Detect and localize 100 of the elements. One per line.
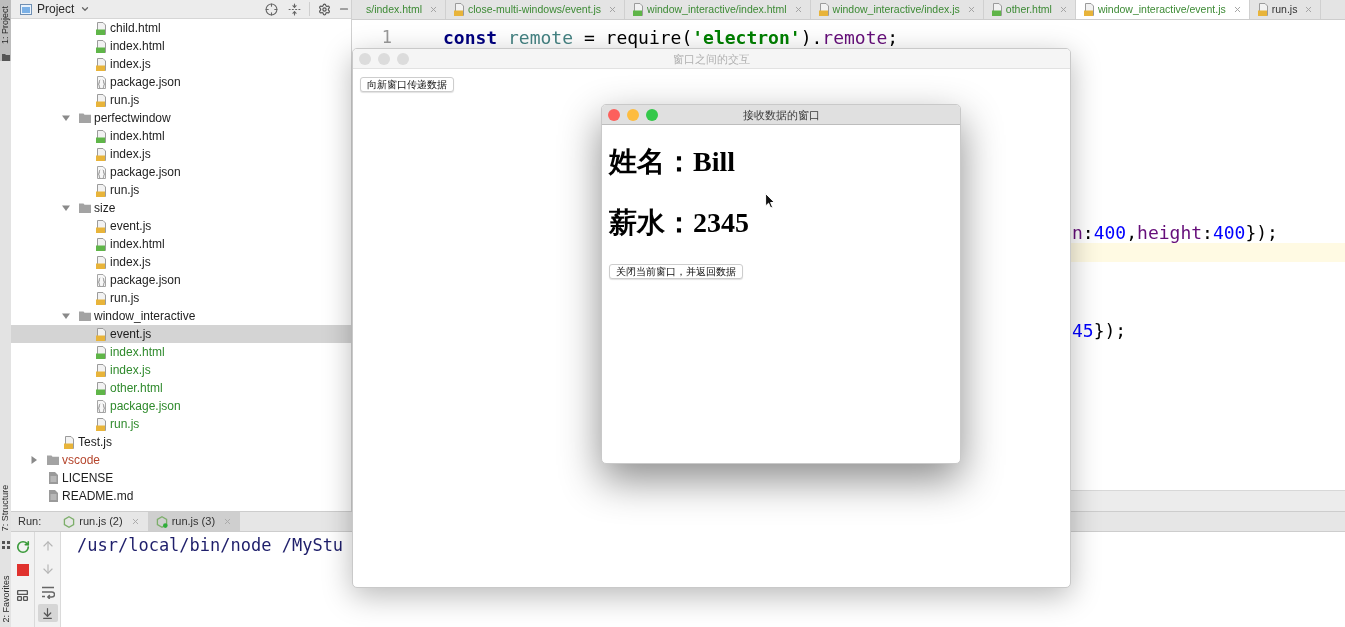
- editor-tab[interactable]: s/index.html: [352, 0, 447, 19]
- tree-item[interactable]: index.html: [11, 343, 351, 361]
- folder-icon: [79, 113, 91, 123]
- editor-tab[interactable]: close-multi-windows/event.js: [446, 0, 626, 19]
- structure-icon: [1, 541, 10, 549]
- code-line: n:400,height:400});: [1072, 223, 1278, 243]
- tree-item[interactable]: run.js: [11, 415, 351, 433]
- text-file-icon: [48, 490, 58, 502]
- minimize-button[interactable]: [627, 108, 639, 121]
- close-button[interactable]: [608, 108, 620, 121]
- scroll-to-end-button[interactable]: [37, 604, 58, 622]
- window-title: 接收数据的窗口: [742, 107, 820, 122]
- html-file-icon: [95, 39, 107, 53]
- tree-item[interactable]: LICENSE: [11, 469, 351, 487]
- js-file-icon: [1257, 3, 1269, 16]
- js-file-icon: [95, 183, 107, 197]
- minimize-button[interactable]: [378, 52, 390, 65]
- disclosure-arrow-icon[interactable]: [62, 312, 70, 320]
- close-icon[interactable]: [130, 517, 140, 526]
- folder-icon: [47, 455, 59, 465]
- tree-item[interactable]: window_interactive: [11, 307, 351, 325]
- tool-window-button[interactable]: 2: Favorites: [0, 571, 11, 627]
- tree-item[interactable]: index.js: [11, 145, 351, 163]
- js-file-icon: [1083, 3, 1095, 16]
- close-button[interactable]: [359, 52, 371, 65]
- line-number: 1: [380, 28, 392, 48]
- editor-tab[interactable]: window_interactive/index.js: [810, 0, 984, 19]
- scroll-to-end-icon: [41, 606, 54, 620]
- console-output: /usr/local/bin/node /MyStu: [77, 534, 345, 556]
- mouse-cursor-icon: [765, 193, 775, 209]
- text-file-icon: [48, 472, 58, 484]
- tree-item[interactable]: package.json: [11, 73, 351, 91]
- zoom-button[interactable]: [646, 108, 658, 121]
- tree-item[interactable]: event.js: [11, 217, 351, 235]
- editor-tab[interactable]: window_interactive/index.html: [625, 0, 811, 19]
- close-icon[interactable]: [966, 5, 976, 14]
- folder-icon: [79, 311, 91, 321]
- tree-item[interactable]: size: [11, 199, 351, 217]
- crosshair-icon[interactable]: [265, 2, 278, 16]
- panel-view-icon: [20, 3, 32, 15]
- html-file-icon: [95, 381, 107, 395]
- js-file-icon: [95, 327, 107, 341]
- tree-item[interactable]: package.json: [11, 271, 351, 289]
- js-file-icon: [95, 255, 107, 269]
- run-tab[interactable]: run.js (3): [147, 512, 241, 531]
- tree-item[interactable]: perfectwindow: [11, 109, 351, 127]
- js-file-icon: [95, 219, 107, 233]
- close-icon[interactable]: [1232, 5, 1242, 14]
- tree-item[interactable]: child.html: [11, 19, 351, 37]
- js-file-icon: [95, 57, 107, 71]
- tree-item[interactable]: event.js: [11, 325, 351, 343]
- disclosure-arrow-icon[interactable]: [62, 204, 70, 212]
- editor-tab[interactable]: window_interactive/event.js: [1075, 0, 1250, 19]
- tree-item[interactable]: index.html: [11, 127, 351, 145]
- js-file-icon: [454, 3, 466, 16]
- window-button[interactable]: 关闭当前窗口，并返回数据: [609, 264, 743, 279]
- editor-tab[interactable]: run.js: [1249, 0, 1322, 19]
- js-file-icon: [818, 3, 830, 16]
- window-button[interactable]: 向新窗口传递数据: [360, 77, 454, 92]
- down-arrow-icon[interactable]: [40, 562, 55, 576]
- disclosure-arrow-icon[interactable]: [62, 114, 70, 122]
- tree-item[interactable]: index.html: [11, 37, 351, 55]
- tool-window-button[interactable]: 7: Structure: [0, 484, 11, 549]
- braces-file-icon: [95, 399, 107, 413]
- tree-item[interactable]: Test.js: [11, 433, 351, 451]
- close-icon[interactable]: [223, 517, 233, 526]
- close-icon[interactable]: [429, 5, 439, 14]
- braces-file-icon: [95, 75, 107, 89]
- tree-item[interactable]: index.js: [11, 361, 351, 379]
- rerun-icon[interactable]: [15, 540, 30, 554]
- tree-item[interactable]: index.js: [11, 253, 351, 271]
- layout-icon[interactable]: [16, 589, 29, 602]
- code-line: const remote = require('electron').remote;: [443, 28, 899, 48]
- stop-icon[interactable]: [16, 564, 29, 576]
- settings-icon[interactable]: [318, 2, 331, 16]
- tree-item[interactable]: run.js: [11, 289, 351, 307]
- close-icon[interactable]: [793, 5, 803, 14]
- tree-item[interactable]: run.js: [11, 91, 351, 109]
- close-icon[interactable]: [1304, 5, 1314, 14]
- soft-wrap-icon[interactable]: [40, 585, 55, 599]
- close-icon[interactable]: [608, 5, 618, 14]
- html-file-icon: [95, 345, 107, 359]
- tree-item[interactable]: package.json: [11, 397, 351, 415]
- tree-item[interactable]: run.js: [11, 181, 351, 199]
- zoom-button[interactable]: [397, 52, 409, 65]
- tool-window-button[interactable]: 1: Project: [0, 0, 11, 61]
- js-file-icon: [63, 435, 75, 449]
- tree-item[interactable]: index.html: [11, 235, 351, 253]
- up-arrow-icon[interactable]: [40, 539, 55, 553]
- tree-item[interactable]: other.html: [11, 379, 351, 397]
- tree-item[interactable]: vscode: [11, 451, 351, 469]
- tree-item[interactable]: README.md: [11, 487, 351, 505]
- disclosure-arrow-icon[interactable]: [30, 456, 38, 464]
- collapse-icon[interactable]: [288, 2, 301, 16]
- tree-item[interactable]: index.js: [11, 55, 351, 73]
- run-tab[interactable]: run.js (2): [55, 512, 148, 531]
- tree-item[interactable]: package.json: [11, 163, 351, 181]
- close-icon[interactable]: [1058, 5, 1068, 14]
- view-dropdown[interactable]: Project: [37, 2, 91, 16]
- editor-tab[interactable]: other.html: [983, 0, 1076, 19]
